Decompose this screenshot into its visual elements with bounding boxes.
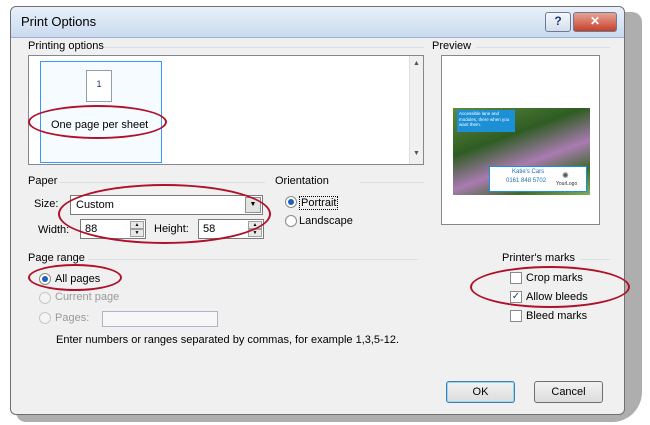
scroll-up-icon[interactable]: ▲: [413, 60, 420, 67]
preview-banner: Accessible lane and modules, there when …: [457, 110, 515, 132]
preview-business-card: Katie's Cars 0161 848 5702 ✺ YourLogo: [489, 166, 587, 192]
page-icon: 1: [86, 70, 112, 102]
orientation-label: Orientation: [275, 175, 329, 187]
orientation-divider: [360, 182, 424, 183]
bleed-marks-checkbox[interactable]: [510, 310, 522, 322]
page-range-hint: Enter numbers or ranges separated by com…: [56, 334, 400, 346]
page-range-label: Page range: [28, 252, 85, 264]
annotation-ellipse-all-pages: [28, 264, 122, 291]
printers-marks-divider: [580, 259, 610, 260]
annotation-ellipse-printers-marks: [470, 266, 630, 308]
preview-divider: [476, 47, 610, 48]
help-button[interactable]: ?: [545, 12, 571, 32]
size-label: Size:: [34, 198, 59, 210]
page-range-divider: [88, 259, 418, 260]
printing-options-divider: [104, 47, 424, 48]
close-button[interactable]: ✕: [573, 12, 617, 32]
printers-marks-label: Printer's marks: [502, 252, 575, 264]
ok-button[interactable]: OK: [446, 381, 515, 403]
window-title: Print Options: [21, 14, 97, 29]
landscape-radio[interactable]: [285, 215, 297, 227]
card-phone: 0161 848 5702: [506, 178, 547, 184]
scroll-down-icon[interactable]: ▼: [413, 150, 420, 157]
pages-label[interactable]: Pages:: [55, 312, 89, 324]
paper-divider: [60, 182, 265, 183]
logo-icon: ✺: [562, 171, 569, 180]
pages-radio[interactable]: [39, 312, 51, 324]
paper-label: Paper: [28, 175, 58, 187]
page-number: 1: [96, 79, 102, 89]
portrait-label[interactable]: Portrait: [299, 196, 339, 210]
card-name: Katie's Cars: [512, 169, 545, 175]
printing-options-label: Printing options: [28, 40, 104, 52]
title-bar: Print Options ? ✕: [11, 7, 624, 38]
current-page-radio[interactable]: [39, 292, 51, 304]
width-label: Width:: [38, 224, 70, 236]
cancel-button[interactable]: Cancel: [534, 381, 603, 403]
logo-text: YourLogo: [556, 181, 578, 187]
annotation-ellipse-one-page: [28, 105, 167, 139]
landscape-label[interactable]: Landscape: [299, 215, 353, 227]
list-scrollbar[interactable]: ▲ ▼: [409, 56, 423, 164]
annotation-ellipse-paper: [58, 184, 271, 244]
preview-label: Preview: [432, 40, 472, 52]
current-page-label[interactable]: Current page: [55, 291, 119, 303]
bleed-marks-label[interactable]: Bleed marks: [526, 310, 587, 322]
portrait-radio[interactable]: [285, 196, 297, 208]
pages-input[interactable]: [102, 311, 218, 327]
